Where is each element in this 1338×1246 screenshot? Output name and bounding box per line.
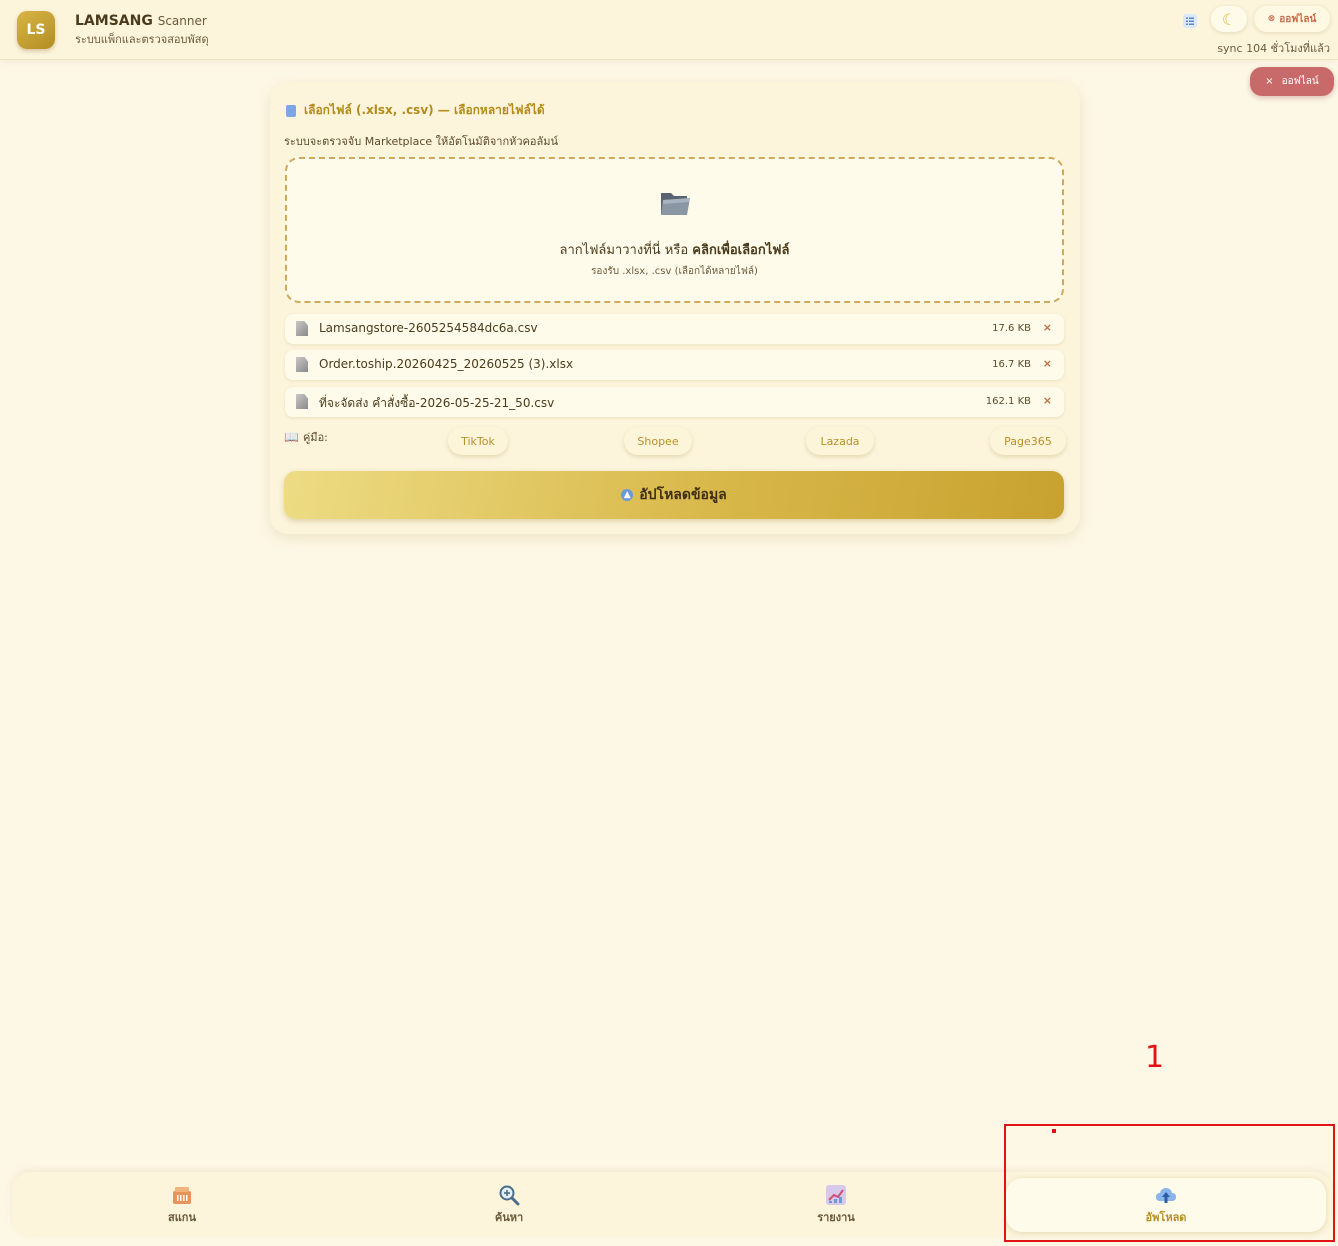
brand: LAMSANG Scanner ระบบแพ็กและตรวจสอบพัสดุ [75, 13, 209, 48]
guide-label: คู่มือ: [302, 431, 328, 444]
box-icon [173, 1187, 191, 1204]
toast-close-icon[interactable]: × [1265, 76, 1273, 87]
nav-label-scan: สแกน [168, 1211, 196, 1224]
brand-tagline: ระบบแพ็กและตรวจสอบพัสดุ [75, 33, 209, 46]
sync-status: sync 104 ชั่วโมงที่แล้ว [1217, 42, 1330, 55]
remove-file-icon[interactable]: × [1043, 357, 1052, 370]
file-icon [296, 357, 308, 372]
connection-status-label: ออฟไลน์ [1279, 13, 1317, 25]
magnifier-icon [499, 1185, 520, 1206]
theme-toggle-moon-icon[interactable]: ☾ [1211, 6, 1247, 32]
brand-name: LAMSANG [75, 13, 153, 29]
dropzone-hint: รองรับ .xlsx, .csv (เลือกได้หลายไฟล์) [591, 266, 758, 277]
brand-product: Scanner [157, 14, 207, 28]
file-list-item: Lamsangstore-2605254584dc6a.csv 17.6 KB … [285, 314, 1064, 344]
file-size: 16.7 KB [992, 359, 1031, 370]
nav-item-report[interactable]: รายงาน [676, 1178, 996, 1232]
card-description: ระบบจะตรวจจับ Marketplace ให้อัตโนมัติจา… [284, 135, 559, 148]
guide-lazada-button[interactable]: Lazada [806, 427, 874, 455]
annotation-highlight-box [1004, 1124, 1335, 1242]
toast-text: ออฟไลน์ [1281, 76, 1319, 87]
remove-file-icon[interactable]: × [1043, 321, 1052, 334]
upload-button-label: อัปโหลดข้อมูล [639, 487, 727, 503]
connection-status-badge[interactable]: ⊗ ออฟไลน์ [1254, 6, 1330, 32]
app-logo: LS [17, 11, 55, 49]
guide-shopee-button[interactable]: Shopee [624, 427, 692, 455]
guide-page365-button[interactable]: Page365 [990, 427, 1066, 455]
file-size: 162.1 KB [985, 396, 1031, 407]
nav-label-search: ค้นหา [494, 1211, 524, 1224]
dropzone-text: ลากไฟล์มาวางที่นี่ หรือ [559, 243, 689, 258]
file-name: Order.toship.20260425_20260525 (3).xlsx [319, 357, 574, 371]
file-list-item: Order.toship.20260425_20260525 (3).xlsx … [285, 350, 1064, 380]
upload-card: เลือกไฟล์ (.xlsx, .csv) — เลือกหลายไฟล์ไ… [270, 82, 1080, 534]
chart-icon [826, 1185, 846, 1205]
app-header: LS LAMSANG Scanner ระบบแพ็กและตรวจสอบพัส… [0, 0, 1338, 60]
book-icon: 📖 [284, 430, 299, 444]
file-list-item: ที่จะจัดส่ง คำสั่งซื้อ-2026-05-25-21_50.… [285, 387, 1064, 417]
file-icon [296, 394, 308, 409]
file-icon [296, 321, 308, 336]
file-size: 17.6 KB [992, 323, 1031, 334]
folder-icon [661, 193, 690, 215]
offline-dot-icon: ⊗ [1267, 14, 1276, 24]
document-icon [286, 104, 296, 117]
nav-label-report: รายงาน [817, 1211, 855, 1224]
nav-item-search[interactable]: ค้นหา [349, 1178, 669, 1232]
guide-tiktok-button[interactable]: TikTok [448, 427, 508, 455]
annotation-number: 1 [1145, 1040, 1165, 1075]
choose-file-link[interactable]: คลิกเพื่อเลือกไฟล์ [692, 243, 789, 258]
card-title: เลือกไฟล์ (.xlsx, .csv) — เลือกหลายไฟล์ไ… [304, 103, 545, 117]
file-name: ที่จะจัดส่ง คำสั่งซื้อ-2026-05-25-21_50.… [319, 396, 555, 410]
upload-data-button[interactable]: ▲ อัปโหลดข้อมูล [284, 471, 1064, 519]
nav-item-scan[interactable]: สแกน [22, 1178, 342, 1232]
file-name: Lamsangstore-2605254584dc6a.csv [319, 321, 538, 335]
menu-list-icon[interactable] [1181, 9, 1199, 33]
upload-arrow-icon: ▲ [621, 489, 634, 501]
remove-file-icon[interactable]: × [1043, 394, 1052, 407]
file-dropzone[interactable]: ลากไฟล์มาวางที่นี่ หรือ คลิกเพื่อเลือกไฟ… [285, 157, 1064, 303]
offline-toast: × ออฟไลน์ [1250, 67, 1334, 96]
